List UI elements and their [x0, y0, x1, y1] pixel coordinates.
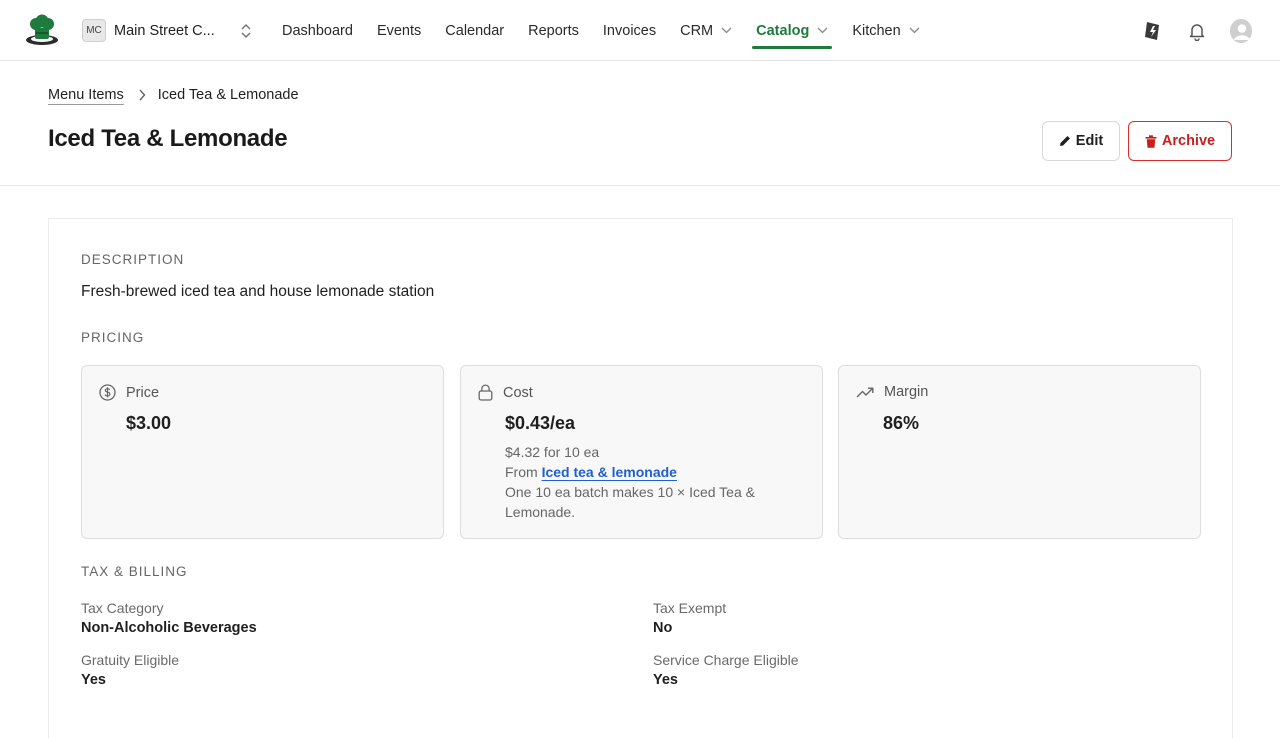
- chevron-up-down-icon: [241, 23, 251, 38]
- description-text: Fresh-brewed iced tea and house lemonade…: [81, 283, 435, 300]
- nav-dashboard[interactable]: Dashboard: [282, 0, 353, 61]
- cost-batch-total: $4.32 for 10 ea: [505, 444, 600, 460]
- gratuity-eligible-label: Gratuity Eligible: [81, 652, 180, 668]
- nav-label: Reports: [528, 22, 579, 39]
- page-header: Menu Items Iced Tea & Lemonade Iced Tea …: [0, 61, 1280, 186]
- margin-card: Margin 86%: [838, 365, 1201, 539]
- price-value: $3.00: [126, 413, 172, 433]
- price-card: Price $3.00: [81, 365, 444, 539]
- trending-up-icon: [856, 387, 874, 398]
- recipe-link[interactable]: Iced tea & lemonade: [542, 464, 677, 480]
- cost-value: $0.43/ea: [505, 413, 576, 433]
- nav-label: Calendar: [445, 22, 505, 39]
- edit-button[interactable]: Edit: [1042, 121, 1120, 161]
- pricing-section-label: PRICING: [81, 330, 145, 345]
- description-section-label: DESCRIPTION: [81, 252, 185, 267]
- top-navigation: MC Main Street C... Dashboard Events Cal…: [0, 0, 1280, 61]
- chevron-down-icon: [817, 27, 828, 34]
- nav-label: Events: [376, 22, 422, 39]
- nav-kitchen[interactable]: Kitchen: [852, 0, 920, 61]
- tax-billing-section-label: TAX & BILLING: [81, 564, 188, 579]
- price-header: Price: [99, 384, 159, 401]
- chevron-down-icon: [909, 27, 920, 34]
- nav-events[interactable]: Events: [377, 0, 421, 61]
- org-name: Main Street C...: [114, 22, 215, 39]
- cost-header: Cost: [478, 384, 533, 401]
- cost-source-prefix: From: [505, 464, 542, 480]
- nav-crm[interactable]: CRM: [680, 0, 732, 61]
- nav-label: CRM: [680, 22, 714, 39]
- archive-button[interactable]: Archive: [1128, 121, 1232, 161]
- nav-reports[interactable]: Reports: [528, 0, 579, 61]
- chevron-down-icon: [721, 27, 732, 34]
- margin-value: 86%: [883, 413, 920, 433]
- trash-icon: [1145, 134, 1157, 148]
- archive-label: Archive: [1161, 133, 1216, 149]
- breadcrumb-current: Iced Tea & Lemonade: [157, 87, 299, 103]
- margin-header: Margin: [856, 384, 928, 400]
- nav-label: Dashboard: [282, 22, 353, 39]
- avatar: [1230, 18, 1252, 43]
- release-notes-button[interactable]: [1142, 20, 1164, 42]
- gratuity-eligible-value: Yes: [81, 672, 106, 688]
- cost-label: Cost: [503, 384, 533, 401]
- notifications-button[interactable]: [1186, 20, 1208, 42]
- tax-category-value: Non-Alcoholic Beverages: [81, 620, 257, 636]
- lightning-tag-icon: [1145, 21, 1159, 40]
- margin-label: Margin: [884, 384, 929, 400]
- nav-label: Kitchen: [852, 22, 901, 39]
- dollar-circle-icon: [99, 384, 116, 401]
- page-title: Iced Tea & Lemonade: [48, 125, 288, 152]
- nav-invoices[interactable]: Invoices: [603, 0, 656, 61]
- nav-label: Invoices: [602, 22, 657, 39]
- lock-icon: [478, 384, 493, 401]
- user-menu-button[interactable]: [1230, 18, 1252, 43]
- tax-category-label: Tax Category: [81, 600, 164, 616]
- breadcrumb-menu-items-link[interactable]: Menu Items: [48, 87, 124, 103]
- breadcrumb: Menu Items Iced Tea & Lemonade: [48, 87, 299, 103]
- cost-card: Cost $0.43/ea $4.32 for 10 ea From Iced …: [460, 365, 823, 539]
- menu-item-details-card: DESCRIPTION Fresh-brewed iced tea and ho…: [48, 218, 1233, 738]
- nav-label: Catalog: [756, 22, 810, 39]
- organization-switcher[interactable]: MC Main Street C...: [82, 19, 251, 42]
- main-nav: Dashboard Events Calendar Reports Invoic…: [282, 0, 944, 61]
- pencil-icon: [1059, 136, 1070, 146]
- user-icon: [1230, 18, 1252, 43]
- price-label: Price: [126, 384, 160, 401]
- tax-exempt-label: Tax Exempt: [653, 600, 727, 616]
- org-avatar: MC: [82, 19, 106, 42]
- nav-calendar[interactable]: Calendar: [445, 0, 504, 61]
- batch-yield-line-2: Lemonade.: [505, 504, 576, 520]
- service-charge-eligible-value: Yes: [653, 672, 678, 688]
- batch-yield-line-1: One 10 ea batch makes 10 × Iced Tea &: [505, 484, 755, 500]
- service-charge-eligible-label: Service Charge Eligible: [653, 652, 799, 668]
- edit-label: Edit: [1075, 133, 1104, 149]
- nav-utilities: [1120, 0, 1252, 61]
- chevron-right-icon: [139, 89, 146, 101]
- cost-source-line: From Iced tea & lemonade: [505, 462, 677, 482]
- bell-icon: [1189, 23, 1205, 41]
- chef-hat-logo-icon[interactable]: [24, 14, 60, 46]
- tax-exempt-value: No: [653, 620, 673, 636]
- nav-catalog[interactable]: Catalog: [752, 0, 833, 61]
